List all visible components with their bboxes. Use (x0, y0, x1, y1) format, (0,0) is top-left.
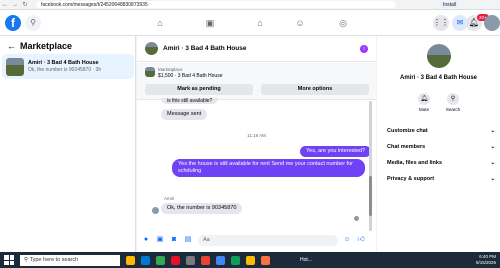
search-icon[interactable]: ⚲ (25, 15, 41, 31)
app-icon[interactable] (186, 255, 195, 265)
row-label: Media, files and links (387, 160, 443, 166)
seen-indicator-avatar (354, 216, 359, 221)
sender-name: Amiri (164, 196, 175, 201)
conversation-list: ← Marketplace Amiri · 3 Bad 4 Bath House… (0, 36, 136, 252)
facebook-header: f ⚲ ⌂ ▣ ⌂ ☺ ◎ ⋮⋮ ✉ 🔔︎ 20+ (0, 10, 500, 36)
chevron-down-icon: ⌄ (490, 160, 495, 166)
menu-grid-icon[interactable]: ⋮⋮ (433, 15, 449, 31)
chat-title[interactable]: Amiri · 3 Bad 4 Bath House (163, 45, 246, 52)
row-label: Customize chat (387, 128, 428, 134)
search-icon: ⚲ (447, 93, 459, 105)
message-timestamp: 11:18 AM (247, 133, 266, 138)
facebook-logo-icon[interactable]: f (5, 15, 21, 31)
panel-title: Marketplace (20, 41, 73, 51)
chat-avatar[interactable] (145, 42, 158, 55)
listing-thumbnail (6, 57, 24, 76)
edge-icon[interactable] (141, 255, 150, 265)
chrome-icon[interactable] (156, 255, 165, 265)
message-bubble-incoming: Ok, the number is 90345870 (161, 203, 243, 214)
mute-label: Mute (418, 107, 429, 112)
back-arrow-icon[interactable]: ← (0, 2, 10, 8)
emoji-icon[interactable]: ☺ (342, 235, 352, 245)
listing-banner: Marketplace $1,500 · 3 Bad 4 Bath House … (137, 63, 376, 100)
search-action[interactable]: ⚲ Search (438, 93, 468, 112)
back-arrow-icon[interactable]: ← (7, 41, 16, 51)
conversation-name: Amiri · 3 Bad 4 Bath House (28, 60, 99, 66)
app-icon[interactable] (201, 255, 210, 265)
mute-action[interactable]: 🔔︎ Mute (409, 93, 439, 112)
file-explorer-icon[interactable] (126, 255, 135, 265)
search-label: Search (445, 107, 461, 112)
privacy-support-row[interactable]: Privacy & support ⌄ (387, 176, 495, 182)
home-icon[interactable]: ⌂ (154, 17, 166, 29)
image-icon[interactable]: ▣ (155, 235, 165, 245)
conversation-item[interactable]: Amiri · 3 Bad 4 Bath House Ok, the numbe… (2, 54, 134, 79)
message-bubble-outgoing: Yes the house is still available for ren… (172, 159, 365, 177)
profile-avatar[interactable] (484, 15, 500, 31)
row-label: Chat members (387, 144, 426, 150)
video-icon[interactable]: ▣ (204, 17, 216, 29)
chat-window: Amiri · 3 Bad 4 Bath House i Marketplace… (137, 36, 376, 252)
clock-date: 5/15/2026 (475, 260, 496, 265)
message-bubble-outgoing: Yes, are you interested? (300, 146, 372, 157)
more-options-button[interactable]: More options (261, 84, 369, 95)
message-composer: ● ▣ ◙ ▤ Aa ☺ 👍︎ (137, 228, 376, 252)
bell-icon: 🔔︎ (418, 93, 430, 105)
chat-header: Amiri · 3 Bad 4 Bath House i (137, 36, 376, 62)
listing-label: Marketplace (158, 67, 183, 72)
chevron-down-icon: ⌄ (490, 176, 495, 182)
system-clock[interactable]: 6:40 PM 5/15/2026 (476, 254, 496, 266)
customize-chat-row[interactable]: Customize chat ⌄ (387, 128, 495, 134)
marketplace-icon[interactable]: ⌂ (254, 17, 266, 29)
app-icon[interactable] (216, 255, 225, 265)
chevron-down-icon: ⌄ (490, 144, 495, 150)
microphone-icon[interactable]: ● (141, 235, 151, 245)
groups-icon[interactable]: ☺ (294, 17, 306, 29)
forward-arrow-icon[interactable]: → (10, 2, 20, 8)
chevron-down-icon: ⌄ (490, 128, 495, 134)
scrollbar-thumb[interactable] (369, 176, 372, 216)
listing-price[interactable]: $1,500 · 3 Bad 4 Bath House (158, 73, 223, 79)
message-input[interactable]: Aa (198, 234, 338, 246)
details-name[interactable]: Amiri · 3 Bad 4 Bath House (377, 75, 500, 81)
browser-toolbar: ← → ↻ facebook.com/messages/t/2452064883… (0, 0, 500, 10)
app-icon[interactable] (171, 255, 180, 265)
app-icon[interactable] (231, 255, 240, 265)
windows-start-icon[interactable] (4, 255, 14, 265)
listing-thumbnail[interactable] (145, 67, 155, 77)
message-bubble-incoming: is this still available? (161, 98, 219, 104)
sender-avatar (152, 207, 159, 214)
chat-members-row[interactable]: Chat members ⌄ (387, 144, 495, 150)
taskbar-search[interactable]: ⚲ Type here to search (20, 254, 120, 266)
install-button[interactable]: Install (440, 1, 460, 8)
windows-taskbar: ⚲ Type here to search Hot... 6:40 PM 5/1… (0, 252, 500, 268)
gif-icon[interactable]: ▤ (183, 235, 193, 245)
message-bubble-outgoing-status: Message sent (161, 109, 208, 120)
address-bar[interactable]: facebook.com/messages/t/2452064883087393… (36, 1, 396, 8)
media-files-links-row[interactable]: Media, files and links ⌄ (387, 160, 495, 166)
like-icon[interactable]: 👍︎ (356, 235, 366, 245)
taskbar-search-placeholder: Type here to search (29, 257, 79, 263)
conversation-preview: Ok, the number is 90345870 · 3h (28, 67, 102, 73)
chat-details-panel: Amiri · 3 Bad 4 Bath House 🔔︎ Mute ⚲ Sea… (377, 36, 500, 252)
row-label: Privacy & support (387, 176, 435, 182)
sticker-icon[interactable]: ◙ (169, 235, 179, 245)
mark-as-pending-button[interactable]: Mark as pending (145, 84, 253, 95)
profile-photo[interactable] (427, 44, 451, 68)
info-icon[interactable]: i (360, 45, 368, 53)
panel-header: ← Marketplace (7, 41, 72, 51)
gaming-icon[interactable]: ◎ (337, 17, 349, 29)
reload-icon[interactable]: ↻ (20, 1, 30, 8)
app-icon[interactable] (261, 255, 270, 265)
weather-widget[interactable]: Hot... (300, 257, 312, 263)
app-icon[interactable] (246, 255, 255, 265)
